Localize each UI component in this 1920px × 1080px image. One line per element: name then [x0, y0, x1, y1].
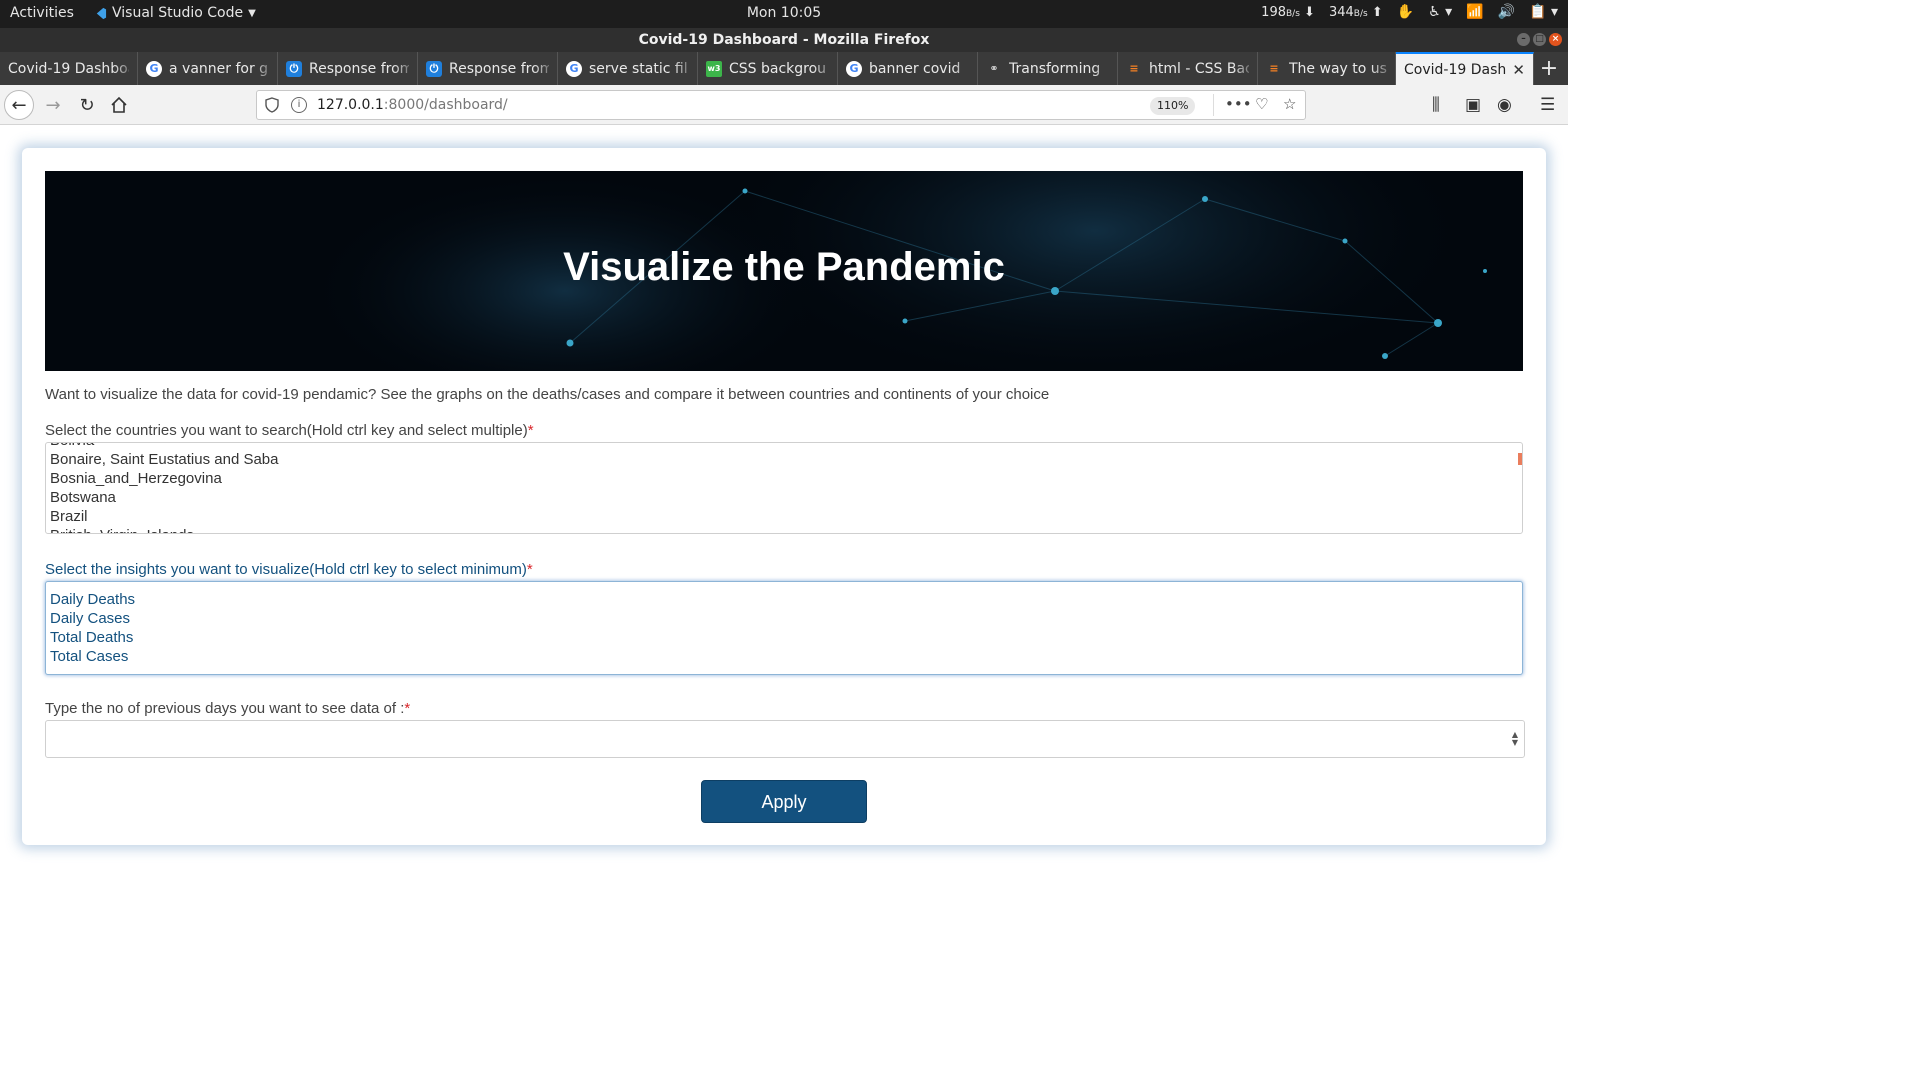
volume-icon[interactable]: 🔊	[1498, 4, 1515, 20]
app-menu[interactable]: Visual Studio Code ▼	[94, 5, 256, 21]
number-spinner[interactable]: ▲ ▼	[1512, 731, 1518, 747]
dashboard-card: Visualize the Pandemic Want to visualize…	[22, 148, 1546, 845]
insight-option-daily-deaths[interactable]: Daily Deaths	[46, 590, 1522, 609]
power-icon: ⏻	[286, 60, 302, 77]
page-actions-icon[interactable]: •••	[1225, 95, 1252, 113]
tab-strip: Covid-19 Dashboard G a vanner for g ⏻ Re…	[0, 52, 1568, 85]
insight-option-total-deaths[interactable]: Total Deaths	[46, 628, 1522, 647]
home-button[interactable]	[104, 90, 134, 120]
close-window-button[interactable]: ×	[1549, 33, 1562, 46]
pocket-icon[interactable]: ♡	[1255, 95, 1268, 113]
days-label: Type the no of previous days you want to…	[45, 700, 411, 717]
clock[interactable]: Mon 10:05	[747, 5, 821, 21]
hamburger-menu-icon[interactable]: ☰	[1540, 95, 1555, 115]
arrow-left-icon: ←	[11, 94, 27, 116]
url-divider	[1213, 94, 1214, 116]
minimize-button[interactable]: –	[1517, 33, 1530, 46]
url-text[interactable]: 127.0.0.1:8000/dashboard/	[317, 97, 508, 113]
extension-icon[interactable]: ✋	[1397, 4, 1414, 20]
arrow-up-icon: ⬆	[1371, 4, 1383, 20]
insight-option-daily-cases[interactable]: Daily Cases	[46, 609, 1522, 628]
page-content: Visualize the Pandemic Want to visualize…	[0, 126, 1568, 882]
power-icon: ⏻	[426, 60, 442, 77]
info-icon[interactable]: i	[291, 97, 307, 113]
days-number-input[interactable]: ▲ ▼	[45, 720, 1525, 758]
clipboard-icon[interactable]: 📋 ▾	[1529, 4, 1558, 20]
maximize-button[interactable]: □	[1533, 33, 1546, 46]
window-title: Covid-19 Dashboard - Mozilla Firefox	[638, 32, 930, 48]
nodes-icon: ⚭	[989, 61, 999, 75]
tab-the-way[interactable]: ≡ The way to use	[1258, 52, 1396, 85]
hero-banner: Visualize the Pandemic	[45, 171, 1523, 371]
navigation-toolbar: ← → ↻ i 127.0.0.1:8000/dashboard/ 110% •…	[0, 85, 1568, 125]
required-asterisk: *	[404, 700, 411, 717]
vscode-icon	[96, 7, 107, 19]
country-option[interactable]: British_Virgin_Islands	[46, 526, 1522, 533]
forward-button[interactable]: →	[38, 90, 68, 120]
country-option[interactable]: Brazil	[46, 507, 1522, 526]
spin-down-icon: ▼	[1511, 738, 1518, 747]
net-down-speed: 198B/s ⬇	[1261, 4, 1315, 20]
arrow-right-icon: →	[45, 94, 61, 116]
system-top-bar: Activities Visual Studio Code ▼ Mon 10:0…	[0, 0, 1568, 28]
google-icon: G	[566, 60, 582, 77]
close-tab-icon[interactable]: ✕	[1512, 61, 1525, 79]
tab-response-1[interactable]: ⏻ Response from	[278, 52, 418, 85]
stackoverflow-icon: ≡	[1129, 61, 1139, 75]
country-option[interactable]: Bonaire, Saint Eustatius and Saba	[46, 450, 1522, 469]
net-up-speed: 344B/s ⬆	[1328, 4, 1383, 20]
window-title-bar: Covid-19 Dashboard - Mozilla Firefox – □…	[0, 28, 1568, 52]
tab-html-css[interactable]: ≡ html - CSS Bac	[1118, 52, 1258, 85]
library-icon[interactable]: ⫼	[1432, 95, 1440, 115]
apply-button[interactable]: Apply	[701, 780, 867, 823]
system-tray: 198B/s ⬇ 344B/s ⬆ ✋ ♿ ▾ 📶 🔊 📋 ▾	[1261, 4, 1558, 20]
home-icon	[111, 96, 127, 113]
insights-label: Select the insights you want to visualiz…	[45, 561, 533, 578]
tab-response-2[interactable]: ⏻ Response from	[418, 52, 558, 85]
tab-banner-covid[interactable]: G banner covid	[838, 52, 978, 85]
country-option[interactable]: Bolivia	[46, 443, 1522, 450]
page-description: Want to visualize the data for covid-19 …	[45, 386, 1050, 403]
country-option[interactable]: Bosnia_and_Herzegovina	[46, 469, 1522, 488]
reload-icon: ↻	[79, 94, 95, 116]
arrow-down-icon: ⬇	[1304, 4, 1315, 20]
account-icon[interactable]: ◉	[1497, 95, 1512, 115]
back-button[interactable]: ←	[4, 90, 34, 120]
stackoverflow-icon: ≡	[1269, 61, 1279, 75]
required-asterisk: *	[526, 561, 533, 578]
sidebar-icon[interactable]: ▣	[1465, 95, 1481, 115]
new-tab-button[interactable]: +	[1534, 52, 1564, 85]
tab-covid-dashboard-active[interactable]: Covid-19 Dashb ✕	[1396, 52, 1534, 85]
country-option[interactable]: Botswana	[46, 488, 1522, 507]
url-bar[interactable]: i 127.0.0.1:8000/dashboard/ 110% ••• ♡ ☆	[256, 90, 1306, 120]
reload-button[interactable]: ↻	[72, 90, 102, 120]
accessibility-icon[interactable]: ♿ ▾	[1428, 4, 1452, 20]
wifi-icon[interactable]: 📶	[1466, 4, 1483, 20]
insight-option-total-cases[interactable]: Total Cases	[46, 647, 1522, 666]
window-controls: – □ ×	[1517, 33, 1562, 46]
chevron-down-icon: ▼	[248, 7, 256, 19]
tab-vanner[interactable]: G a vanner for g	[138, 52, 278, 85]
app-name: Visual Studio Code	[112, 5, 244, 21]
countries-select[interactable]: Bolivia Bonaire, Saint Eustatius and Sab…	[45, 442, 1523, 534]
bookmark-star-icon[interactable]: ☆	[1283, 95, 1296, 113]
insights-select[interactable]: Daily Deaths Daily Cases Total Deaths To…	[45, 581, 1523, 675]
tab-css-background[interactable]: w3 CSS backgrou	[698, 52, 838, 85]
required-asterisk: *	[527, 422, 534, 439]
hero-title: Visualize the Pandemic	[563, 245, 1005, 289]
activities-button[interactable]: Activities	[10, 5, 74, 21]
countries-scrollbar[interactable]	[1518, 453, 1522, 465]
tab-transforming[interactable]: ⚭ Transforming	[978, 52, 1118, 85]
google-icon: G	[846, 60, 862, 77]
tab-serve-static[interactable]: G serve static fil	[558, 52, 698, 85]
countries-label: Select the countries you want to search(…	[45, 422, 534, 439]
shield-icon[interactable]	[265, 97, 279, 113]
css-icon: w3	[706, 60, 722, 77]
google-icon: G	[146, 60, 162, 77]
tab-covid-dashboard[interactable]: Covid-19 Dashboard	[0, 52, 138, 85]
zoom-level-badge[interactable]: 110%	[1150, 97, 1196, 115]
